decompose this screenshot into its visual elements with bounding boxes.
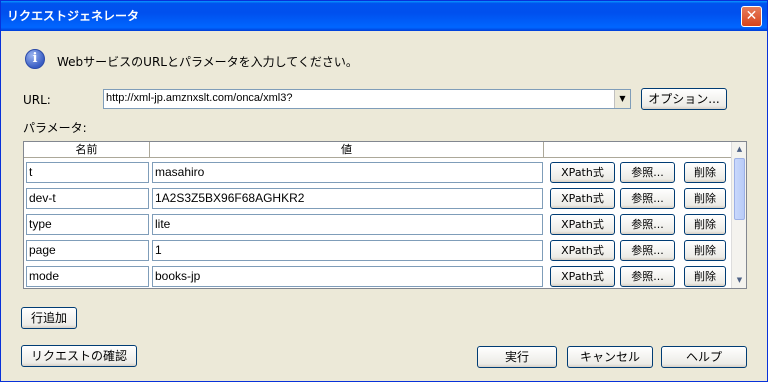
browse-button[interactable]: 参照... [620, 188, 675, 209]
help-button[interactable]: ヘルプ [661, 346, 747, 368]
table-row: t masahiro XPath式 参照... 削除 [24, 159, 732, 185]
xpath-button[interactable]: XPath式 [550, 162, 615, 183]
title-bar: リクエストジェネレータ ✕ [1, 1, 767, 31]
table-row: dev-t 1A2S3Z5BX96F68AGHKR2 XPath式 参照... 削除 [24, 185, 732, 211]
xpath-button[interactable]: XPath式 [550, 188, 615, 209]
delete-button[interactable]: 削除 [684, 240, 726, 261]
scroll-thumb[interactable] [734, 158, 745, 220]
delete-button[interactable]: 削除 [684, 162, 726, 183]
scroll-down-icon[interactable]: ▼ [732, 273, 747, 288]
table-row: mode books-jp XPath式 参照... 削除 [24, 263, 732, 289]
param-value-field[interactable]: lite [152, 214, 543, 235]
parameters-table: 名前 値 t masahiro XPath式 参照... 削除 dev-t 1A2S3Z5B… [23, 141, 747, 289]
browse-button[interactable]: 参照... [620, 214, 675, 235]
column-header-name: 名前 [24, 142, 150, 158]
scroll-up-icon[interactable]: ▲ [732, 142, 747, 157]
chevron-down-icon[interactable]: ▼ [614, 90, 630, 108]
xpath-button[interactable]: XPath式 [550, 266, 615, 287]
xpath-button[interactable]: XPath式 [550, 214, 615, 235]
browse-button[interactable]: 参照... [620, 240, 675, 261]
url-combobox[interactable]: http://xml-jp.amznxslt.com/onca/xml3? ▼ [103, 89, 631, 109]
request-generator-dialog: リクエストジェネレータ ✕ i WebサービスのURLとパラメータを入力してくだ… [0, 0, 768, 382]
table-scrollbar[interactable]: ▲ ▼ [731, 142, 746, 288]
info-icon: i [25, 49, 45, 69]
delete-button[interactable]: 削除 [684, 266, 726, 287]
column-header-actions [544, 142, 732, 158]
options-button[interactable]: オプション... [641, 88, 727, 110]
param-name-field[interactable]: t [26, 162, 149, 183]
table-row: type lite XPath式 参照... 削除 [24, 211, 732, 237]
dialog-content: i WebサービスのURLとパラメータを入力してください。 URL: http:… [5, 31, 763, 379]
close-button[interactable]: ✕ [741, 6, 762, 27]
param-value-field[interactable]: 1 [152, 240, 543, 261]
confirm-request-button[interactable]: リクエストの確認 [21, 345, 137, 367]
xpath-button[interactable]: XPath式 [550, 240, 615, 261]
delete-button[interactable]: 削除 [684, 188, 726, 209]
param-name-field[interactable]: dev-t [26, 188, 149, 209]
param-value-field[interactable]: books-jp [152, 266, 543, 287]
param-name-field[interactable]: type [26, 214, 149, 235]
browse-button[interactable]: 参照... [620, 162, 675, 183]
parameters-label: パラメータ: [23, 121, 87, 135]
browse-button[interactable]: 参照... [620, 266, 675, 287]
add-row-button[interactable]: 行追加 [21, 307, 77, 329]
param-value-field[interactable]: masahiro [152, 162, 543, 183]
column-header-value: 値 [150, 142, 544, 158]
table-row: page 1 XPath式 参照... 削除 [24, 237, 732, 263]
info-message: WebサービスのURLとパラメータを入力してください。 [57, 55, 358, 69]
param-name-field[interactable]: mode [26, 266, 149, 287]
url-label: URL: [23, 93, 51, 107]
close-icon: ✕ [745, 8, 758, 24]
cancel-button[interactable]: キャンセル [567, 346, 653, 368]
delete-button[interactable]: 削除 [684, 214, 726, 235]
param-value-field[interactable]: 1A2S3Z5BX96F68AGHKR2 [152, 188, 543, 209]
window-title: リクエストジェネレータ [7, 9, 140, 23]
url-input[interactable]: http://xml-jp.amznxslt.com/onca/xml3? [106, 92, 292, 104]
execute-button[interactable]: 実行 [477, 346, 557, 368]
param-name-field[interactable]: page [26, 240, 149, 261]
